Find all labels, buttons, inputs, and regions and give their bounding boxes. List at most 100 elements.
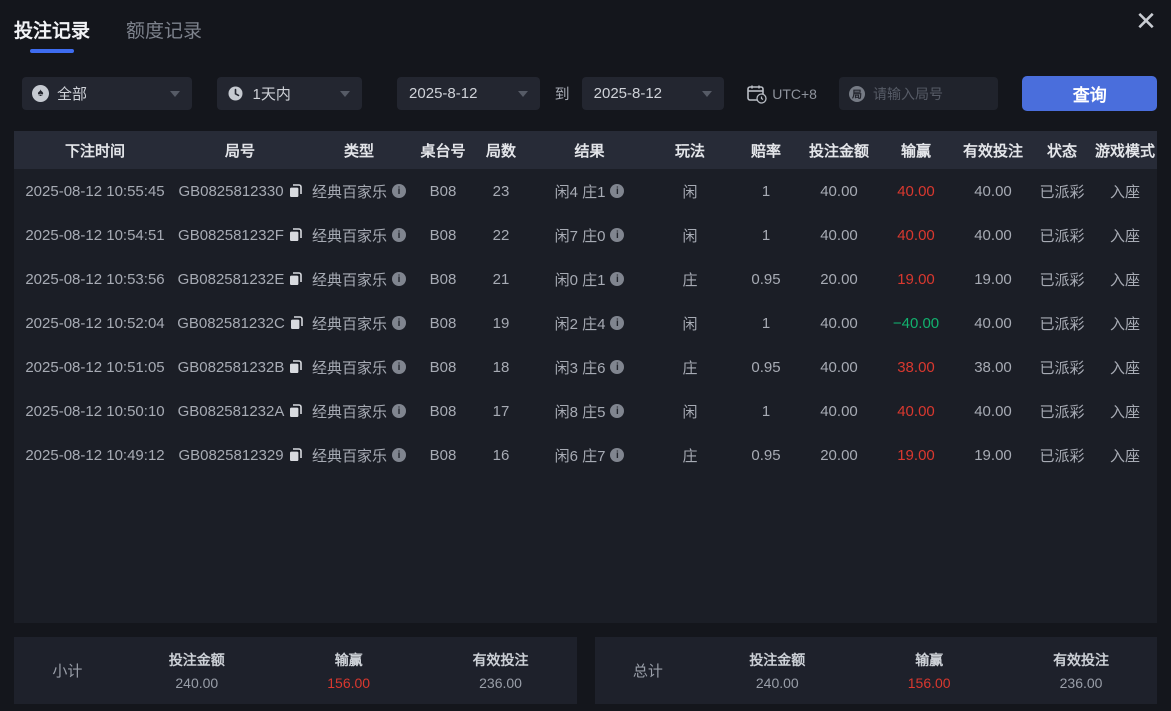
table-row: 2025-08-12 10:54:51 GB082581232F 经典百家乐 i B08… <box>14 213 1157 257</box>
cell-odds: 0.95 <box>751 270 781 288</box>
tab-bet-records-label: 投注记录 <box>14 21 91 42</box>
info-icon[interactable]: i <box>392 316 406 330</box>
cell-result: 闲2 庄4 i <box>530 313 649 334</box>
column-header-game-no: 局号 <box>224 142 255 160</box>
close-icon[interactable]: ✕ <box>1129 4 1163 38</box>
subtotal-win-loss: 输赢 156.00 <box>327 652 371 691</box>
cell-mode: 入座 <box>1109 359 1140 377</box>
info-icon[interactable]: i <box>392 448 406 462</box>
cell-result: 闲8 庄5 i <box>530 401 649 422</box>
cell-win-loss: 40.00 <box>897 182 935 200</box>
cell-valid-bet: 40.00 <box>974 402 1012 420</box>
total-valid-bet: 有效投注 236.00 <box>1053 652 1110 691</box>
chevron-down-icon <box>702 90 713 97</box>
info-icon[interactable]: i <box>392 184 406 198</box>
tab-bet-records[interactable]: 投注记录 <box>14 16 90 53</box>
cell-valid-bet: 40.00 <box>974 314 1012 332</box>
cell-type: 经典百家乐 i <box>304 181 414 202</box>
cell-time: 2025-08-12 10:55:45 <box>25 182 165 200</box>
cell-valid-bet: 19.00 <box>974 270 1012 288</box>
cell-valid-bet: 40.00 <box>974 226 1012 244</box>
cell-odds: 0.95 <box>751 446 781 464</box>
cell-result: 闲6 庄7 i <box>530 445 649 466</box>
copy-icon[interactable] <box>289 448 302 462</box>
copy-icon[interactable] <box>289 184 302 198</box>
cell-type: 经典百家乐 i <box>304 357 414 378</box>
cell-game-no: GB082581232B <box>176 359 304 376</box>
info-icon[interactable]: i <box>392 360 406 374</box>
cell-bet-amount: 40.00 <box>820 402 858 420</box>
cell-type: 经典百家乐 i <box>304 269 414 290</box>
cell-odds: 1 <box>761 402 771 420</box>
calendar-clock-icon <box>746 84 768 104</box>
copy-icon[interactable] <box>289 228 302 242</box>
cell-game-no: GB082581232E <box>176 271 304 288</box>
total-box: 总计 投注金额 240.00 输赢 156.00 有效投注 236.00 <box>594 637 1157 704</box>
cell-type: 经典百家乐 i <box>304 313 414 334</box>
cell-status: 已派彩 <box>1039 271 1085 289</box>
cell-table-no: B08 <box>429 226 457 244</box>
date-to-select[interactable]: 2025-8-12 <box>581 77 725 110</box>
copy-icon[interactable] <box>289 404 303 418</box>
copy-icon[interactable] <box>289 360 303 374</box>
info-icon[interactable]: i <box>392 404 406 418</box>
tab-quota-records[interactable]: 额度记录 <box>126 16 202 53</box>
info-icon[interactable]: i <box>610 184 625 198</box>
records-table: 下注时间 局号 类型 桌台号 局数 结果 玩法 赔率 投注金额 输赢 有效投注 … <box>14 131 1157 623</box>
cell-table-no: B08 <box>429 402 457 420</box>
cell-rounds: 21 <box>492 270 510 288</box>
info-icon[interactable]: i <box>610 316 625 330</box>
chevron-down-icon <box>170 90 181 97</box>
table-row: 2025-08-12 10:51:05 GB082581232B 经典百家乐 i B08… <box>14 345 1157 389</box>
column-header-table-no: 桌台号 <box>420 142 466 160</box>
cell-time: 2025-08-12 10:51:05 <box>25 358 165 376</box>
info-icon[interactable]: i <box>610 404 625 418</box>
cell-odds: 0.95 <box>751 358 781 376</box>
cell-type: 经典百家乐 i <box>304 401 414 422</box>
chevron-down-icon <box>340 90 351 97</box>
cell-play: 闲 <box>682 403 698 421</box>
info-icon[interactable]: i <box>610 360 625 374</box>
game-number-input[interactable] <box>872 85 983 102</box>
cell-result: 闲4 庄1 i <box>530 181 649 202</box>
cell-mode: 入座 <box>1109 183 1140 201</box>
info-icon[interactable]: i <box>392 272 406 286</box>
cell-status: 已派彩 <box>1039 359 1085 377</box>
cell-mode: 入座 <box>1109 271 1140 289</box>
cell-game-no: GB0825812330 <box>176 183 304 200</box>
game-type-select[interactable]: ♠ 全部 <box>22 77 193 110</box>
info-icon[interactable]: i <box>610 228 625 242</box>
cell-game-no: GB0825812329 <box>176 447 304 464</box>
timezone-indicator: UTC+8 <box>746 84 817 104</box>
column-header-odds: 赔率 <box>750 142 781 160</box>
time-range-value: 1天内 <box>252 86 291 103</box>
query-button[interactable]: 查询 <box>1022 76 1157 111</box>
cell-rounds: 18 <box>492 358 510 376</box>
cell-table-no: B08 <box>429 314 457 332</box>
filter-bar: ♠ 全部 1天内 2025-8-12 到 2025-8-12 UTC+8 局 请… <box>22 76 1157 111</box>
cell-table-no: B08 <box>429 270 457 288</box>
time-range-select[interactable]: 1天内 <box>217 77 363 110</box>
copy-icon[interactable] <box>290 316 303 330</box>
cell-mode: 入座 <box>1109 227 1140 245</box>
cell-game-no: GB082581232C <box>176 315 304 332</box>
subtotal-box: 小计 投注金额 240.00 输赢 156.00 有效投注 236.00 <box>14 637 577 704</box>
info-icon[interactable]: i <box>392 228 406 242</box>
tab-quota-records-label: 额度记录 <box>126 21 203 42</box>
cell-bet-amount: 40.00 <box>820 358 858 376</box>
game-number-field[interactable]: 局 <box>838 77 999 110</box>
info-icon[interactable]: i <box>610 448 625 462</box>
cell-mode: 入座 <box>1109 447 1140 465</box>
cell-rounds: 19 <box>492 314 510 332</box>
column-header-result: 结果 <box>574 142 605 160</box>
cell-win-loss: 40.00 <box>897 402 935 420</box>
cell-bet-amount: 20.00 <box>820 270 858 288</box>
copy-icon[interactable] <box>289 272 303 286</box>
cell-status: 已派彩 <box>1039 447 1085 465</box>
total-bet-amount: 投注金额 240.00 <box>749 652 806 691</box>
info-icon[interactable]: i <box>610 272 625 286</box>
cell-play: 庄 <box>682 447 698 465</box>
table-row: 2025-08-12 10:55:45 GB0825812330 经典百家乐 i B08… <box>14 169 1157 213</box>
date-from-select[interactable]: 2025-8-12 <box>397 77 540 110</box>
cell-result: 闲7 庄0 i <box>530 225 649 246</box>
